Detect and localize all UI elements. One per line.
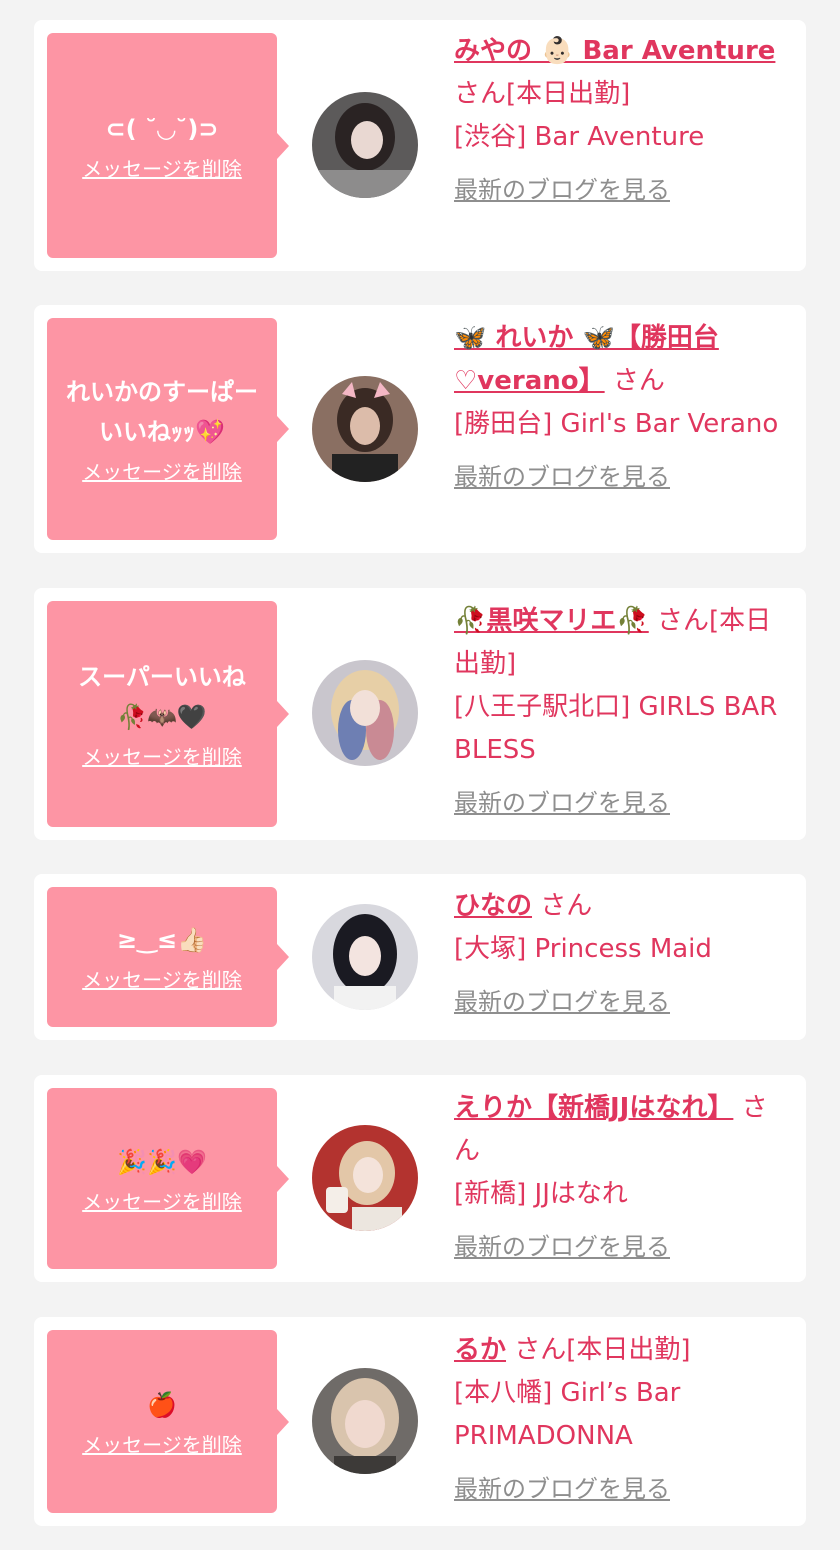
cast-name-link[interactable]: みやの 👶🏻 Bar Aventure	[454, 36, 775, 66]
cast-info: るか さん[本日出勤] [本八幡] Girl’s Bar PRIMADONNA …	[454, 1329, 790, 1511]
delete-message-link[interactable]: メッセージを削除	[82, 1188, 242, 1216]
cast-suffix: さん	[540, 891, 593, 921]
delete-message-link[interactable]: メッセージを削除	[82, 1431, 242, 1459]
delete-message-link[interactable]: メッセージを削除	[82, 966, 242, 994]
avatar[interactable]	[312, 376, 418, 482]
list-item: れいかのすーぱー いいねｯｯ💖 メッセージを削除 🦋 れいか 🦋【勝田台♡ver…	[34, 305, 806, 553]
message-bubble: れいかのすーぱー いいねｯｯ💖 メッセージを削除	[47, 318, 289, 540]
cast-suffix: さん	[612, 366, 665, 396]
cast-info: ひなの さん [大塚] Princess Maid 最新のブログを見る	[454, 885, 790, 1024]
shop-name: [本八幡] Girl’s Bar PRIMADONNA	[454, 1378, 681, 1451]
avatar[interactable]	[312, 1125, 418, 1231]
like-message-list: ⊂( ˘◡˘)⊃ メッセージを削除 みやの 👶🏻 Bar Aventure さん…	[0, 0, 840, 1550]
cast-info: 🥀黒咲マリエ🥀 さん[本日出勤] [八王子駅北口] GIRLS BAR BLES…	[454, 600, 790, 825]
cast-suffix: さん[本日出勤]	[454, 79, 631, 109]
delete-message-link[interactable]: メッセージを削除	[82, 458, 242, 486]
shop-name: [渋谷] Bar Aventure	[454, 122, 705, 152]
latest-blog-link[interactable]: 最新のブログを見る	[454, 1468, 790, 1511]
message-text: れいかのすーぱー いいねｯｯ💖	[66, 378, 258, 446]
cast-name-link[interactable]: ひなの	[454, 891, 532, 921]
latest-blog-link[interactable]: 最新のブログを見る	[454, 169, 790, 212]
message-text: 🎉🎉💗	[117, 1147, 207, 1176]
avatar[interactable]	[312, 660, 418, 766]
message-text: スーパーいいね 🥀🦇🖤	[78, 663, 246, 731]
avatar[interactable]	[312, 1368, 418, 1474]
list-item: スーパーいいね 🥀🦇🖤 メッセージを削除 🥀黒咲マリエ🥀 さん[本日出勤] [八…	[34, 588, 806, 840]
avatar[interactable]	[312, 92, 418, 198]
cast-name-link[interactable]: えりか【新橋JJはなれ】	[454, 1093, 733, 1123]
message-bubble: 🍎 メッセージを削除	[47, 1330, 289, 1513]
shop-name: [新橋] JJはなれ	[454, 1179, 628, 1209]
latest-blog-link[interactable]: 最新のブログを見る	[454, 456, 790, 499]
message-text: ⊂( ˘◡˘)⊃	[105, 114, 219, 143]
message-bubble: 🎉🎉💗 メッセージを削除	[47, 1088, 289, 1269]
cast-info: 🦋 れいか 🦋【勝田台♡verano】 さん [勝田台] Girl's Bar …	[454, 317, 790, 499]
shop-name: [八王子駅北口] GIRLS BAR BLESS	[454, 692, 778, 765]
message-bubble: ⊂( ˘◡˘)⊃ メッセージを削除	[47, 33, 289, 258]
cast-info: えりか【新橋JJはなれ】 さん [新橋] JJはなれ 最新のブログを見る	[454, 1087, 790, 1269]
message-text: 🍎	[147, 1390, 177, 1419]
message-bubble: ≥‿≤👍🏻 メッセージを削除	[47, 887, 289, 1027]
list-item: ⊂( ˘◡˘)⊃ メッセージを削除 みやの 👶🏻 Bar Aventure さん…	[34, 20, 806, 271]
cast-info: みやの 👶🏻 Bar Aventure さん[本日出勤] [渋谷] Bar Av…	[454, 30, 790, 212]
list-item: 🍎 メッセージを削除 るか さん[本日出勤] [本八幡] Girl’s Bar …	[34, 1317, 806, 1526]
message-text: ≥‿≤👍🏻	[117, 926, 207, 954]
latest-blog-link[interactable]: 最新のブログを見る	[454, 1226, 790, 1269]
message-bubble: スーパーいいね 🥀🦇🖤 メッセージを削除	[47, 601, 289, 827]
latest-blog-link[interactable]: 最新のブログを見る	[454, 782, 790, 825]
cast-name-link[interactable]: るか	[454, 1335, 506, 1365]
list-item: ≥‿≤👍🏻 メッセージを削除 ひなの さん [大塚] Princess Maid…	[34, 874, 806, 1040]
latest-blog-link[interactable]: 最新のブログを見る	[454, 981, 790, 1024]
delete-message-link[interactable]: メッセージを削除	[82, 155, 242, 183]
cast-suffix: さん[本日出勤]	[514, 1335, 691, 1365]
cast-name-link[interactable]: 🥀黒咲マリエ🥀	[454, 606, 649, 636]
avatar[interactable]	[312, 904, 418, 1010]
cast-name-link[interactable]: 🦋 れいか 🦋【勝田台♡verano】	[454, 323, 719, 396]
list-item: 🎉🎉💗 メッセージを削除 えりか【新橋JJはなれ】 さん [新橋] JJはなれ …	[34, 1075, 806, 1282]
shop-name: [大塚] Princess Maid	[454, 934, 712, 964]
delete-message-link[interactable]: メッセージを削除	[82, 743, 242, 771]
shop-name: [勝田台] Girl's Bar Verano	[454, 409, 779, 439]
